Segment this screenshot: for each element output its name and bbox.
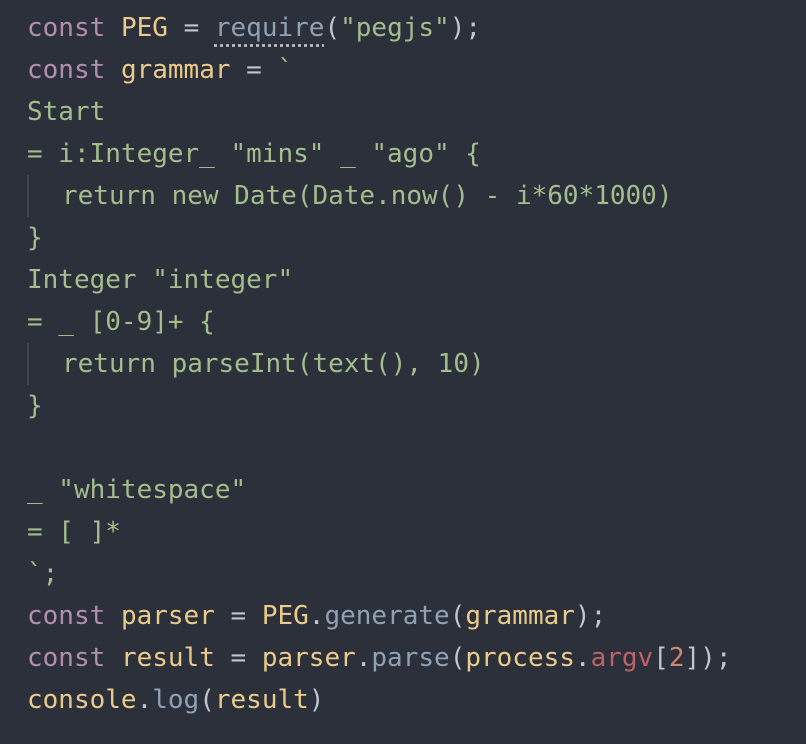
code-token: const	[27, 601, 106, 631]
code-token: 2	[668, 643, 685, 673]
code-line-10: }	[0, 385, 806, 427]
code-token: =	[230, 643, 247, 673]
code-token: PEG	[120, 13, 168, 43]
code-token: =	[246, 55, 262, 85]
code-token: [	[653, 643, 669, 673]
code-line-12: _ "whitespace"	[0, 469, 806, 511]
code-token: argv	[590, 643, 654, 673]
code-token: }	[27, 223, 43, 253]
code-line-14: `;	[0, 553, 806, 595]
code-token: parser	[120, 601, 215, 631]
code-token: grammar	[465, 601, 575, 631]
code-line-3: Start	[0, 91, 806, 133]
code-line-7: Integer "integer"	[0, 259, 806, 301]
code-token: grammar	[120, 55, 231, 85]
code-token: );	[574, 601, 607, 631]
code-token: parser	[261, 643, 356, 673]
indent-guide	[27, 175, 29, 217]
code-token: parse	[371, 643, 450, 673]
code-line-2: const grammar = `	[0, 49, 806, 91]
code-line-8: = _ [0-9]+ {	[0, 301, 806, 343]
code-token: ]);	[684, 643, 732, 673]
code-line-5: return new Date(Date.now() - i*60*1000)	[0, 175, 806, 217]
code-token: console	[27, 685, 137, 715]
code-token: const	[27, 55, 106, 85]
code-token: result	[214, 685, 309, 715]
code-token: .	[308, 601, 325, 631]
code-token: _ "whitespace"	[27, 475, 247, 505]
code-token: =	[230, 601, 247, 631]
code-token-hint[interactable]: require	[215, 13, 325, 43]
code-token: );	[449, 13, 481, 43]
code-line-4: = i:Integer_ "mins" _ "ago" {	[0, 133, 806, 175]
code-token: (	[199, 685, 215, 715]
code-token: log	[152, 685, 200, 715]
code-token: =	[183, 13, 200, 43]
code-token: = _ [0-9]+ {	[27, 307, 215, 337]
code-token: generate	[324, 601, 450, 631]
code-token: `;	[27, 559, 59, 589]
code-token: .	[355, 643, 372, 673]
code-token: return parseInt(text(), 10)	[62, 349, 485, 379]
code-token: const	[27, 643, 106, 673]
code-token: process	[465, 643, 575, 673]
code-token: )	[308, 685, 325, 715]
code-token: (	[324, 13, 341, 43]
code-line-13: = [ ]*	[0, 511, 806, 553]
code-token: result	[120, 643, 215, 673]
code-line-9: return parseInt(text(), 10)	[0, 343, 806, 385]
code-line-6: }	[0, 217, 806, 259]
code-line-1: const PEG = require("pegjs");	[0, 7, 806, 49]
code-token: Start	[27, 97, 106, 127]
code-editor[interactable]: const PEG = require("pegjs"); const gram…	[0, 0, 806, 744]
code-token: (	[449, 601, 466, 631]
code-line-17: console.log(result)	[0, 679, 806, 721]
code-token: = i:Integer_ "mins" _ "ago" {	[27, 139, 481, 169]
code-token: return new Date(Date.now() - i*60*1000)	[62, 181, 673, 211]
code-token: (	[449, 643, 466, 673]
code-token: PEG	[261, 601, 309, 631]
code-token: `	[277, 55, 294, 85]
code-token: = [ ]*	[27, 517, 121, 547]
code-line-16: const result = parser.parse(process.argv…	[0, 637, 806, 679]
indent-guide	[27, 343, 29, 385]
code-token: "pegjs"	[340, 13, 450, 43]
code-token: .	[136, 685, 153, 715]
code-token: .	[574, 643, 591, 673]
code-token: const	[27, 13, 106, 43]
code-token: Integer "integer"	[27, 265, 294, 295]
code-line-15: const parser = PEG.generate(grammar);	[0, 595, 806, 637]
code-token: }	[27, 391, 43, 421]
